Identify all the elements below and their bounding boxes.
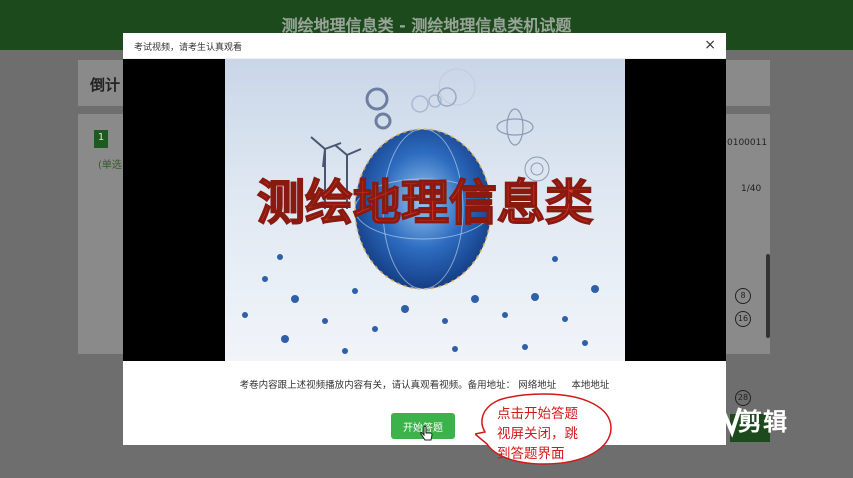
network-address-link[interactable]: 网络地址 [518, 380, 556, 391]
close-icon[interactable]: × [704, 37, 716, 53]
callout-line: 视屏关闭，跳 [497, 426, 578, 442]
scrollbar[interactable] [766, 254, 770, 338]
local-address-link[interactable]: 本地地址 [571, 380, 609, 391]
video-modal: 考试视频，请考生认真观看 × 测绘地理信息类 考卷内容跟上述视频播放内容有关，请… [123, 33, 726, 445]
video-frame: 测绘地理信息类 [225, 59, 625, 361]
nav-question-button[interactable]: 8 [735, 288, 751, 304]
callout-line: 点击开始答题 [497, 406, 578, 422]
notice-line: 考卷内容跟上述视频播放内容有关，请认真观看视频。备用地址： 网络地址 本地地址 [123, 377, 726, 391]
callout-line: 到答题界面 [497, 446, 565, 462]
hand-cursor-icon [420, 425, 433, 441]
modal-title: 考试视频，请考生认真观看 [134, 43, 243, 53]
watermark-text: 剪辑 [738, 408, 788, 436]
nav-question-button[interactable]: 16 [735, 311, 751, 327]
video-scene-graphic: 测绘地理信息类 [242, 68, 599, 354]
exam-id: 0100011 [727, 138, 768, 148]
question-number-badge: 1 [94, 130, 108, 148]
video-caption: 测绘地理信息类 [257, 175, 593, 231]
question-type-label: (单选 [98, 160, 122, 171]
modal-header: 考试视频，请考生认真观看 × [123, 33, 726, 59]
notice-text: 考卷内容跟上述视频播放内容有关，请认真观看视频。备用地址： [239, 380, 516, 391]
countdown-label: 倒计 [90, 76, 121, 94]
callout-text: 点击开始答题 视屏关闭，跳 到答题界面 [497, 404, 607, 464]
pagination-label: 1/40 [741, 184, 762, 194]
video-player[interactable]: 测绘地理信息类 [123, 59, 726, 361]
